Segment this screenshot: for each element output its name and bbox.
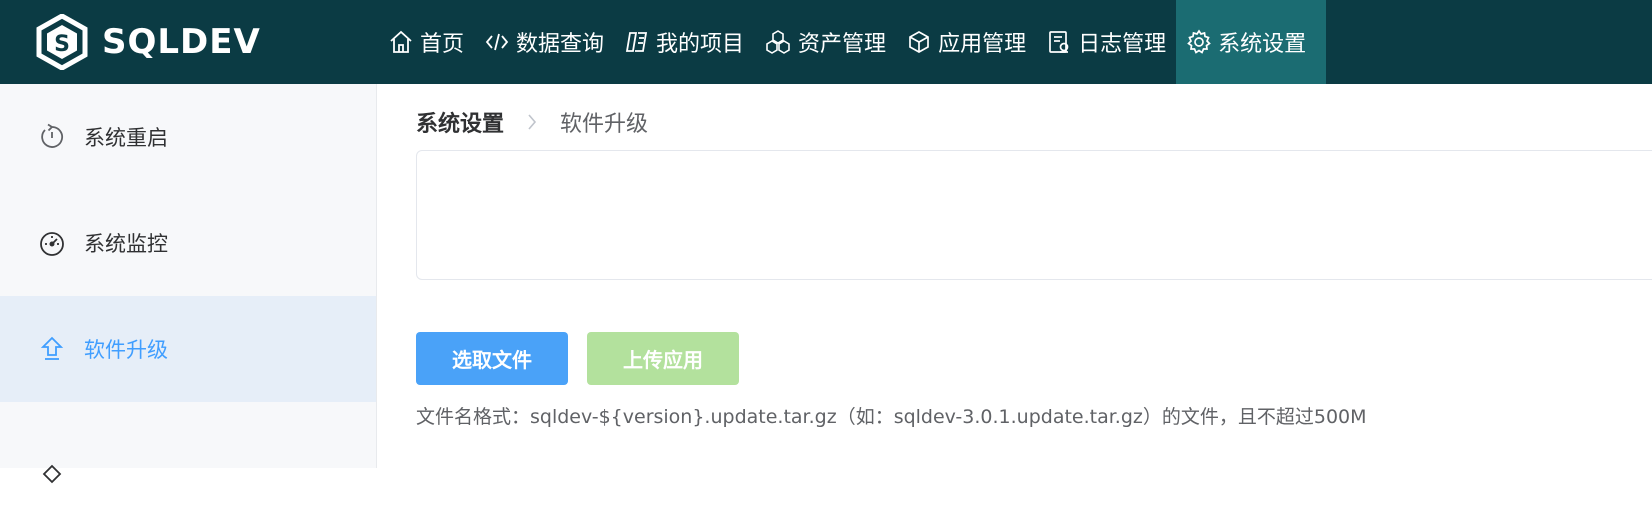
log-icon [1049, 31, 1069, 53]
sidebar-item-label: 系统监控 [84, 232, 168, 256]
top-navbar: S SQLDEV 首页 数据查询 我的项目 资产管理 应用管理 日志管理 系统设… [0, 0, 1652, 84]
nav-label: 应用管理 [938, 32, 1027, 57]
sidebar-item-system-monitor[interactable]: 系统监控 [0, 190, 376, 296]
upload-drop-area[interactable] [416, 150, 1652, 280]
nav-system-settings[interactable]: 系统设置 [1176, 0, 1327, 84]
nav-app-management[interactable]: 应用管理 [896, 0, 1036, 84]
nav-label: 我的项目 [656, 32, 745, 57]
nav-asset-management[interactable]: 资产管理 [754, 0, 896, 84]
nav-label: 数据查询 [516, 32, 605, 57]
nav-my-projects[interactable]: 我的项目 [614, 0, 754, 84]
logo-icon: S [36, 14, 88, 70]
home-icon [390, 30, 412, 53]
select-file-button[interactable]: 选取文件 [416, 332, 568, 385]
breadcrumb-current: 软件升级 [560, 112, 649, 137]
upload-arrow-icon [40, 336, 64, 360]
code-icon [485, 33, 509, 51]
dashboard-icon [40, 232, 64, 256]
nav-data-query[interactable]: 数据查询 [474, 0, 614, 84]
main-nav: 首页 数据查询 我的项目 资产管理 应用管理 日志管理 系统设置 [378, 0, 1327, 84]
file-format-hint: 文件名格式：sqldev-${version}.update.tar.gz（如：… [416, 406, 1367, 428]
breadcrumb-root[interactable]: 系统设置 [416, 106, 504, 138]
sidebar-item-software-upgrade[interactable]: 软件升级 [0, 296, 376, 402]
diamond-icon [42, 464, 62, 484]
nav-label: 系统设置 [1218, 32, 1307, 57]
svg-text:S: S [54, 32, 70, 57]
logo[interactable]: S SQLDEV [36, 14, 261, 70]
nav-label: 首页 [420, 32, 465, 57]
cube-icon [909, 31, 929, 53]
hexagons-icon [766, 30, 790, 54]
nav-label: 资产管理 [798, 32, 887, 57]
breadcrumb: 系统设置 软件升级 [416, 104, 648, 140]
sidebar-item-label: 软件升级 [84, 338, 168, 362]
sidebar-item-system-restart[interactable]: 系统重启 [0, 84, 376, 190]
restart-icon [41, 123, 64, 148]
sidebar-item-label: 系统重启 [84, 126, 168, 150]
nav-label: 日志管理 [1078, 32, 1167, 57]
logo-text: SQLDEV [102, 22, 261, 62]
nav-log-management[interactable]: 日志管理 [1036, 0, 1176, 84]
chevron-right-icon [526, 112, 538, 132]
upload-app-button[interactable]: 上传应用 [587, 332, 739, 385]
sidebar: 系统重启 系统监控 软件升级 [0, 84, 377, 484]
gear-icon [1187, 29, 1211, 54]
sidebar-item-more[interactable] [0, 402, 376, 508]
project-icon [625, 32, 648, 52]
nav-home[interactable]: 首页 [378, 0, 474, 84]
